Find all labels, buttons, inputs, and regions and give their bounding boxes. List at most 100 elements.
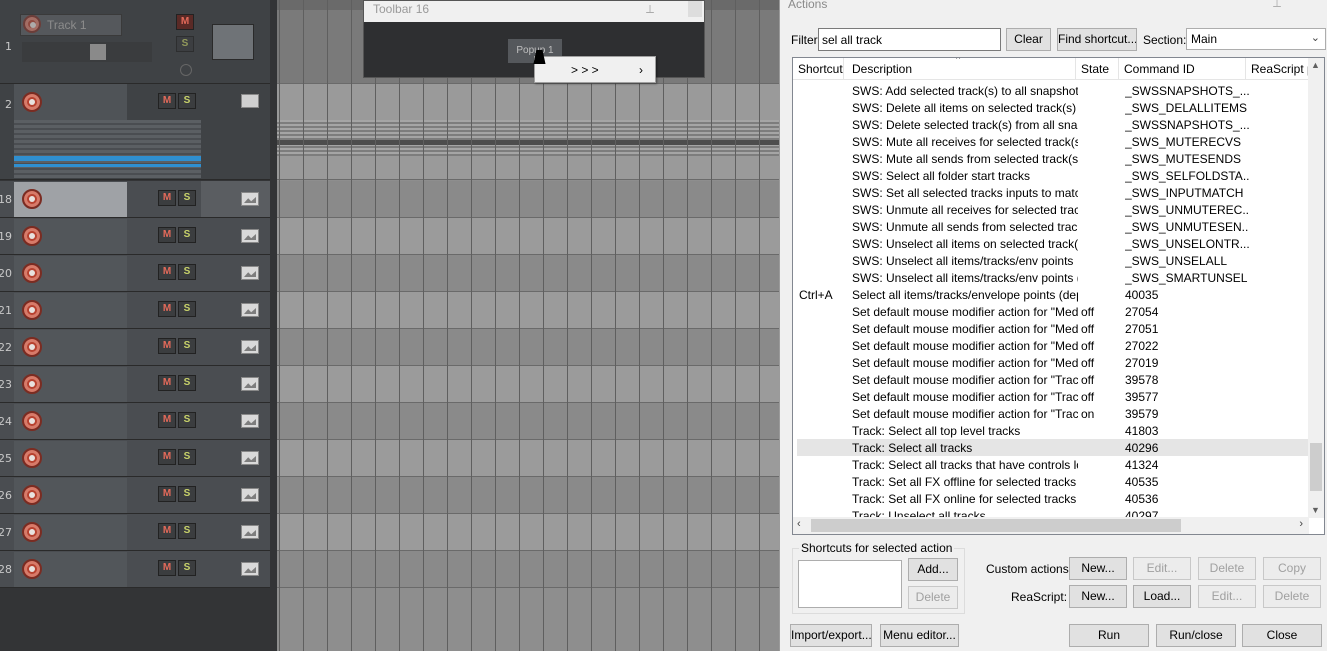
envelope-icon[interactable] — [241, 303, 259, 317]
action-row[interactable]: Set default mouse modifier action for "M… — [797, 337, 1309, 354]
scroll-up-icon[interactable]: ▲ — [1311, 60, 1320, 70]
action-row[interactable]: SWS: Unselect all items/tracks/env point… — [797, 252, 1309, 269]
track-row[interactable]: 18 M S — [0, 181, 270, 218]
action-row[interactable]: SWS: Delete selected track(s) from all s… — [797, 116, 1309, 133]
record-arm-icon[interactable] — [22, 522, 42, 542]
pin-icon[interactable]: ⟂ — [1273, 0, 1281, 11]
custom-edit-button[interactable]: Edit... — [1133, 557, 1191, 580]
track-lane[interactable] — [277, 514, 779, 551]
envelope-icon[interactable] — [241, 340, 259, 354]
action-row[interactable]: SWS: Delete all items on selected track(… — [797, 99, 1309, 116]
record-arm-icon[interactable] — [22, 374, 42, 394]
track-lane[interactable] — [277, 440, 779, 477]
solo-button[interactable]: S — [178, 412, 196, 428]
solo-button[interactable]: S — [178, 560, 196, 576]
custom-delete-button[interactable]: Delete — [1198, 557, 1256, 580]
solo-button[interactable]: S — [178, 338, 196, 354]
envelope-icon[interactable] — [241, 266, 259, 280]
close-button[interactable]: Close — [1242, 624, 1322, 647]
track-lane[interactable] — [277, 366, 779, 403]
solo-button[interactable]: S — [178, 301, 196, 317]
reascript-delete-button[interactable]: Delete — [1263, 585, 1321, 608]
column-header-state[interactable]: State — [1076, 58, 1119, 80]
import-export-button[interactable]: Import/export... — [790, 624, 872, 647]
delete-shortcut-button[interactable]: Delete — [908, 586, 958, 609]
action-row[interactable]: Set default mouse modifier action for "M… — [797, 303, 1309, 320]
mute-button[interactable]: M — [158, 264, 176, 280]
horizontal-scrollbar[interactable]: ‹ › — [793, 517, 1309, 534]
mute-button[interactable]: M — [158, 449, 176, 465]
record-arm-icon[interactable] — [22, 189, 42, 209]
find-shortcut-button[interactable]: Find shortcut... — [1057, 28, 1137, 51]
record-arm-icon[interactable] — [22, 485, 42, 505]
action-row[interactable]: Ctrl+A Select all items/tracks/envelope p… — [797, 286, 1309, 303]
mute-button[interactable]: M — [158, 338, 176, 354]
clear-button[interactable]: Clear — [1006, 28, 1051, 51]
scrollbar-thumb[interactable] — [811, 519, 1181, 532]
action-row[interactable]: SWS: Select all folder start tracks _SWS_… — [797, 167, 1309, 184]
action-row[interactable]: SWS: Mute all sends from selected track(… — [797, 150, 1309, 167]
track-lane[interactable] — [277, 403, 779, 440]
solo-button[interactable]: S — [178, 93, 196, 109]
track-lane[interactable] — [277, 477, 779, 514]
menu-item-submenu[interactable]: > > > — [571, 63, 599, 77]
column-header-reascript[interactable]: ReaScript p — [1246, 58, 1309, 80]
envelope-icon[interactable] — [241, 451, 259, 465]
mute-button[interactable]: M — [158, 486, 176, 502]
action-row[interactable]: Set default mouse modifier action for "M… — [797, 354, 1309, 371]
actions-list[interactable]: Shortcut Description ^ State Command ID … — [792, 57, 1325, 535]
record-arm-icon[interactable] — [22, 226, 42, 246]
action-row[interactable]: Set default mouse modifier action for "M… — [797, 320, 1309, 337]
track-2[interactable]: 2 M S — [0, 84, 270, 180]
phase-icon[interactable] — [180, 64, 192, 76]
track-row[interactable]: 24 M S — [0, 403, 270, 440]
track-1[interactable]: 1 Track 1 M S — [0, 0, 270, 84]
shortcuts-list[interactable] — [798, 560, 902, 608]
track-row[interactable]: 28 M S — [0, 551, 270, 588]
mute-button[interactable]: M — [158, 93, 176, 109]
action-row[interactable]: Set default mouse modifier action for "T… — [797, 405, 1309, 422]
track-row[interactable]: 26 M S — [0, 477, 270, 514]
custom-new-button[interactable]: New... — [1069, 557, 1127, 580]
volume-fader[interactable] — [22, 42, 152, 62]
record-arm-icon[interactable] — [22, 411, 42, 431]
solo-button[interactable]: S — [178, 486, 196, 502]
mute-button[interactable]: M — [158, 523, 176, 539]
column-header-description[interactable]: Description — [847, 58, 1076, 80]
track-row[interactable]: 23 M S — [0, 366, 270, 403]
action-row[interactable]: SWS: Mute all receives for selected trac… — [797, 133, 1309, 150]
track-row[interactable]: 19 M S — [0, 218, 270, 255]
run-close-button[interactable]: Run/close — [1156, 624, 1236, 647]
envelope-icon[interactable] — [241, 488, 259, 502]
custom-copy-button[interactable]: Copy — [1263, 557, 1321, 580]
reascript-edit-button[interactable]: Edit... — [1198, 585, 1256, 608]
track-row[interactable]: 22 M S — [0, 329, 270, 366]
track-lane[interactable] — [277, 292, 779, 329]
mute-button[interactable]: M — [158, 190, 176, 206]
mute-button[interactable]: M — [158, 412, 176, 428]
envelope-icon[interactable] — [241, 414, 259, 428]
envelope-icon[interactable] — [241, 377, 259, 391]
solo-button[interactable]: S — [178, 375, 196, 391]
reascript-load-button[interactable]: Load... — [1133, 585, 1191, 608]
mute-button[interactable]: M — [158, 301, 176, 317]
action-row[interactable]: SWS: Unselect all items/tracks/env point… — [797, 269, 1309, 286]
track-lane[interactable] — [277, 329, 779, 366]
mute-button[interactable]: M — [158, 227, 176, 243]
track-row[interactable]: 27 M S — [0, 514, 270, 551]
track-lane[interactable] — [277, 181, 779, 218]
scroll-right-icon[interactable]: › — [1299, 518, 1303, 530]
pin-icon[interactable]: ⟂ — [646, 1, 654, 17]
column-header-shortcut[interactable]: Shortcut — [793, 58, 844, 80]
action-row[interactable]: Track: Set all FX offline for selected t… — [797, 473, 1309, 490]
solo-button[interactable]: S — [178, 523, 196, 539]
section-select[interactable]: Main ⌄ — [1186, 28, 1326, 50]
track-row[interactable]: 21 M S — [0, 292, 270, 329]
column-header-command-id[interactable]: Command ID — [1119, 58, 1246, 80]
track-lane[interactable] — [277, 218, 779, 255]
filter-input[interactable] — [818, 28, 1001, 51]
action-row[interactable]: SWS: Set all selected tracks inputs to m… — [797, 184, 1309, 201]
envelope-icon[interactable] — [241, 229, 259, 243]
action-row[interactable]: Set default mouse modifier action for "T… — [797, 371, 1309, 388]
solo-button[interactable]: S — [178, 264, 196, 280]
